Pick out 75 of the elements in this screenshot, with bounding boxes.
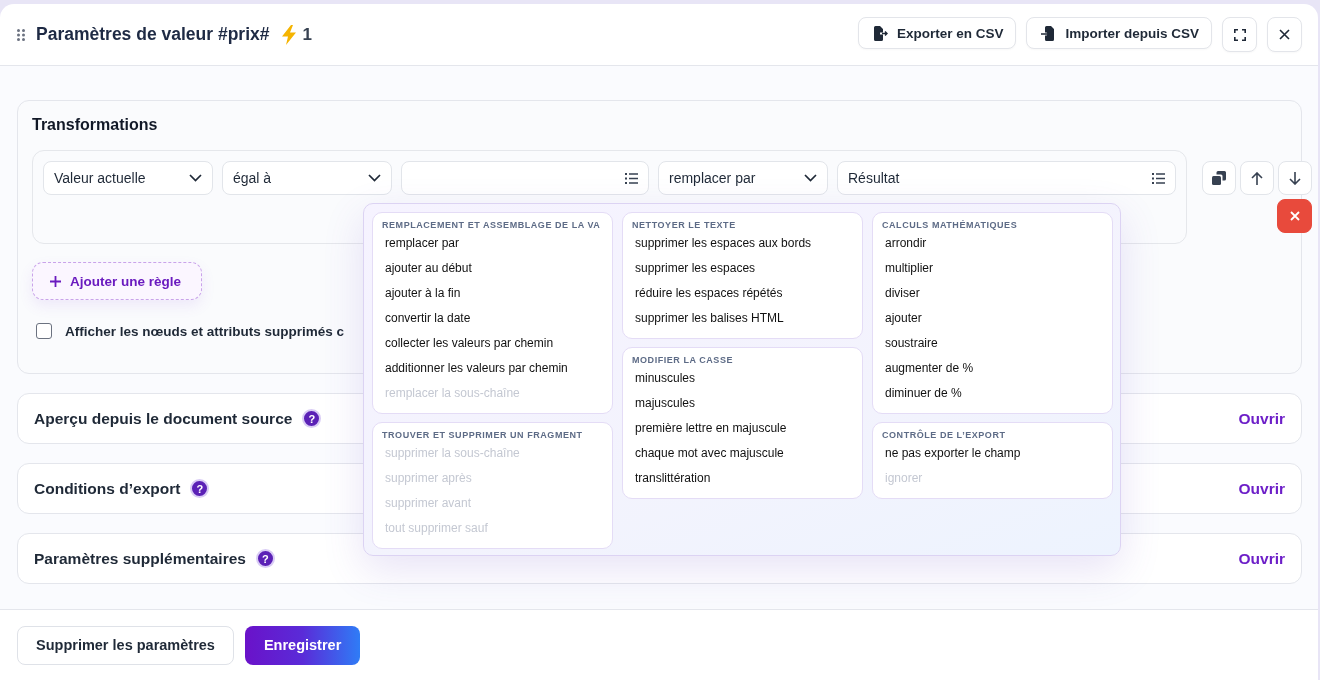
add-rule-button[interactable]: Ajouter une règle (32, 262, 203, 300)
fullscreen-icon (1233, 28, 1246, 41)
list-icon (1152, 172, 1165, 184)
group-heading: CALCULS MATHÉMATIQUES (882, 219, 1019, 231)
fullscreen-button[interactable] (1222, 17, 1257, 52)
file-import-icon (1041, 25, 1057, 41)
text-field[interactable]: Résultat (837, 161, 1176, 195)
plus-icon (50, 275, 61, 287)
window-title: Paramètres de valeur #prix# (36, 24, 270, 45)
export-button[interactable]: Exporter en CSV (857, 17, 1017, 49)
rule-count: 1 (302, 24, 312, 45)
menu-option[interactable]: convertir la date (382, 306, 604, 331)
close-button[interactable] (1267, 17, 1302, 52)
group-heading: NETTOYER LE TEXTE (632, 219, 737, 231)
import-button[interactable]: Importer depuis CSV (1026, 17, 1212, 49)
group-heading: REMPLACEMENT ET ASSEMBLAGE DE LA VA (382, 219, 602, 231)
panel-title: Transformations (32, 115, 159, 135)
checkbox-label: Afficher les nœuds et attributs supprimés c (65, 323, 345, 339)
menu-option[interactable]: ajouter au début (382, 256, 604, 281)
dropdown-select[interactable]: égal à (222, 161, 392, 195)
chevron-down-icon (368, 174, 381, 182)
menu-option[interactable]: remplacer par (382, 231, 604, 256)
text-field[interactable] (401, 161, 649, 195)
arrow-down-icon (1289, 171, 1301, 185)
menu-option[interactable]: augmenter de % (882, 356, 1104, 381)
arrow-up-icon (1251, 171, 1263, 185)
help-icon[interactable]: ? (255, 549, 275, 568)
menu-option[interactable]: diminuer de % (882, 381, 1104, 406)
chevron-down-icon (804, 174, 817, 182)
menu-option[interactable]: réduire les espaces répétés (632, 281, 854, 306)
menu-option[interactable]: additionner les valeurs par chemin (382, 356, 604, 381)
menu-option[interactable]: chaque mot avec majuscule (632, 441, 854, 466)
menu-option[interactable]: multiplier (882, 256, 1104, 281)
menu-option[interactable]: première lettre en majuscule (632, 416, 854, 441)
menu-option[interactable]: supprimer les balises HTML (632, 306, 854, 331)
menu-option[interactable]: supprimer les espaces (632, 256, 854, 281)
close-icon (1279, 29, 1290, 40)
file-export-icon (872, 25, 888, 41)
save-button[interactable]: Enregistrer (244, 625, 361, 665)
open-link[interactable]: Ouvrir (1238, 479, 1285, 498)
duplicate-button[interactable] (1202, 161, 1236, 195)
section-title: Paramètres supplémentaires (34, 549, 246, 568)
help-icon[interactable]: ? (302, 409, 322, 428)
delete-button[interactable] (1277, 199, 1312, 233)
copy-icon (1212, 171, 1226, 185)
chevron-down-icon (189, 174, 202, 182)
section-title: Aperçu depuis le document source (34, 409, 293, 428)
menu-option[interactable]: translittération (632, 466, 854, 491)
menu-option[interactable]: supprimer les espaces aux bords (632, 231, 854, 256)
group-heading: TROUVER ET SUPPRIMER UN FRAGMENT (382, 429, 584, 441)
group-heading: CONTRÔLE DE L’EXPORT (882, 429, 1007, 441)
close-icon (1289, 211, 1300, 221)
dropdown-select[interactable]: remplacer par (658, 161, 828, 195)
reset-button[interactable]: Supprimer les paramètres (17, 625, 234, 665)
open-link[interactable]: Ouvrir (1238, 549, 1285, 568)
menu-option[interactable]: ajouter (882, 306, 1104, 331)
group-heading: MODIFIER LA CASSE (632, 354, 735, 366)
menu-option[interactable]: ajouter à la fin (382, 281, 604, 306)
lightning-icon (282, 24, 297, 45)
checkbox[interactable] (36, 323, 52, 339)
menu-option[interactable]: soustraire (882, 331, 1104, 356)
menu-option[interactable]: majuscules (632, 391, 854, 416)
menu-option[interactable]: arrondir (882, 231, 1104, 256)
drag-handle-icon[interactable] (17, 28, 25, 41)
menu-option[interactable]: collecter les valeurs par chemin (382, 331, 604, 356)
menu-option[interactable]: diviser (882, 281, 1104, 306)
help-icon[interactable]: ? (190, 479, 210, 498)
dropdown-select[interactable]: Valeur actuelle (43, 161, 213, 195)
open-link[interactable]: Ouvrir (1238, 409, 1285, 428)
move-up-button[interactable] (1240, 161, 1274, 195)
section-title: Conditions d’export (34, 479, 181, 498)
menu-option[interactable]: minuscules (632, 366, 854, 391)
menu-option[interactable]: ne pas exporter le champ (882, 441, 1104, 466)
list-icon (625, 172, 638, 184)
move-down-button[interactable] (1278, 161, 1312, 195)
